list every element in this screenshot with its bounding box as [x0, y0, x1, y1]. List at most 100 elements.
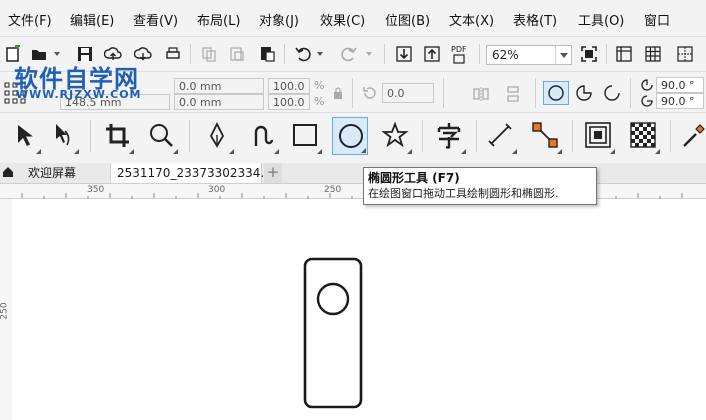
menu-bar: 文件(F) 编辑(E) 查看(V) 布局(L) 对象(J) 效果(C) 位图(B…: [0, 0, 706, 37]
menu-text[interactable]: 文本(X): [449, 10, 494, 29]
circle-shape[interactable]: [316, 282, 350, 316]
toolbar-divider: [606, 44, 607, 64]
end-angle-field[interactable]: 90.0 °: [656, 93, 704, 109]
pick-tool[interactable]: [6, 117, 42, 155]
tool-flyout-indicator: [173, 149, 178, 154]
pen-tool[interactable]: [199, 117, 235, 155]
zoom-level-select[interactable]: 62%: [486, 45, 572, 65]
dimension-tool[interactable]: [482, 117, 518, 155]
freehand-curve-icon: [254, 125, 274, 146]
home-icon[interactable]: [2, 166, 14, 178]
menu-table[interactable]: 表格(T): [513, 10, 557, 29]
add-tab-button[interactable]: +: [264, 163, 282, 183]
arc-icon[interactable]: [603, 84, 621, 102]
toolbar-divider: [443, 78, 444, 108]
chevron-down-icon: [560, 53, 568, 58]
start-angle-field[interactable]: 90.0 °: [656, 77, 704, 93]
zoom-tool[interactable]: [143, 117, 179, 155]
rectangle-tool[interactable]: [287, 117, 323, 155]
toolbox-divider: [572, 120, 573, 152]
start-angle-value: 90.0 °: [661, 79, 695, 92]
ellipse-tool-tooltip: 椭圆形工具 (F7) 在绘图窗口拖动工具绘制圆形和椭圆形.: [363, 167, 597, 205]
ruler-label-350: 350: [87, 185, 105, 195]
scale-height-field[interactable]: 100.0: [268, 94, 310, 110]
crop-tool[interactable]: [99, 117, 135, 155]
undo-icon[interactable]: [294, 45, 312, 63]
menu-file[interactable]: 文件(F): [8, 10, 52, 29]
toolbox-divider: [189, 120, 190, 152]
zoom-level-value: 62%: [492, 48, 519, 62]
object-width-field[interactable]: 0.0 mm: [174, 78, 264, 94]
dimension-line-icon: [488, 123, 512, 147]
star-icon: [381, 121, 409, 148]
menu-tools[interactable]: 工具(O): [578, 10, 624, 29]
rotation-angle-field[interactable]: 0.0: [382, 83, 434, 103]
tooltip-description: 在绘图窗口拖动工具绘制圆形和椭圆形.: [368, 187, 559, 200]
tab-welcome-label: 欢迎屏幕: [28, 166, 77, 180]
paste-icon[interactable]: [258, 45, 276, 63]
drawn-shapes: [303, 257, 363, 409]
tool-flyout-indicator: [557, 149, 562, 154]
ellipse-tool[interactable]: [332, 117, 368, 155]
menu-effects[interactable]: 效果(C): [320, 10, 365, 29]
scale-width-unit: %: [314, 79, 325, 92]
menu-layout[interactable]: 布局(L): [197, 10, 240, 29]
eyedropper-tool[interactable]: [676, 117, 706, 155]
object-depth-field[interactable]: 0.0 mm: [174, 94, 264, 110]
guidelines-icon[interactable]: [676, 45, 694, 63]
rulers-icon[interactable]: [615, 45, 633, 63]
toolbox-divider: [90, 120, 91, 152]
menu-window[interactable]: 窗口: [644, 10, 670, 29]
menu-view[interactable]: 查看(V): [133, 10, 178, 29]
menu-edit[interactable]: 编辑(E): [70, 10, 114, 29]
pen-nib-icon: [209, 121, 225, 148]
pie-icon[interactable]: [575, 84, 593, 102]
open-dropdown-arrow-icon[interactable]: [54, 52, 60, 56]
tab-document-label: 2531170_23373302334..*: [117, 166, 275, 180]
vertical-ruler-label: 250: [0, 302, 10, 320]
polygon-tool[interactable]: [377, 117, 413, 155]
shape-tool[interactable]: [44, 117, 80, 155]
end-angle-value: 90.0 °: [661, 95, 695, 108]
text-tool[interactable]: [431, 117, 467, 155]
tab-welcome-screen[interactable]: 欢迎屏幕: [16, 163, 108, 183]
cut-disabled-icon: [230, 47, 244, 61]
pattern-tool[interactable]: [625, 117, 661, 155]
full-screen-icon[interactable]: [580, 45, 598, 63]
tab-document[interactable]: 2531170_23373302334..*: [110, 163, 274, 183]
tool-flyout-indicator: [229, 149, 234, 154]
lock-ratio-icon[interactable]: [332, 86, 344, 100]
rotate-icon: [363, 87, 376, 99]
connector-tool[interactable]: [527, 117, 563, 155]
import-icon[interactable]: [395, 45, 413, 63]
export-icon[interactable]: [423, 45, 441, 63]
publish-pdf-button[interactable]: PDF: [450, 45, 472, 65]
menu-bitmaps[interactable]: 位图(B): [385, 10, 430, 29]
pdf-document-icon: [453, 54, 465, 64]
checkerboard-icon: [630, 122, 656, 148]
rounded-rectangle-shape[interactable]: [303, 257, 363, 409]
toolbox-divider: [670, 120, 671, 152]
contour-tool[interactable]: [580, 117, 616, 155]
toolbar-divider: [535, 78, 536, 108]
tool-flyout-indicator: [317, 149, 322, 154]
toolbar-divider: [352, 78, 353, 108]
undo-dropdown-arrow-icon[interactable]: [317, 52, 323, 56]
print-icon[interactable]: [164, 45, 182, 63]
tool-flyout-indicator: [274, 149, 279, 154]
rotation-angle-value: 0.0: [387, 87, 405, 100]
menu-object[interactable]: 对象(J): [259, 10, 299, 29]
zoom-select-divider: [555, 46, 556, 64]
toolbar-divider: [479, 44, 480, 64]
tool-flyout-indicator: [361, 148, 366, 153]
contour-icon: [585, 122, 611, 148]
freehand-tool[interactable]: [244, 117, 280, 155]
ellipse-mode-button[interactable]: [543, 81, 569, 105]
tool-flyout-indicator: [74, 149, 79, 154]
scale-width-field[interactable]: 100.0: [268, 78, 310, 94]
grid-icon[interactable]: [644, 45, 662, 63]
watermark-url-text: WWW.RJZXW.COM: [16, 88, 142, 101]
magnifier-icon: [150, 124, 173, 147]
pdf-label: PDF: [451, 45, 467, 54]
redo-icon: [341, 47, 357, 62]
